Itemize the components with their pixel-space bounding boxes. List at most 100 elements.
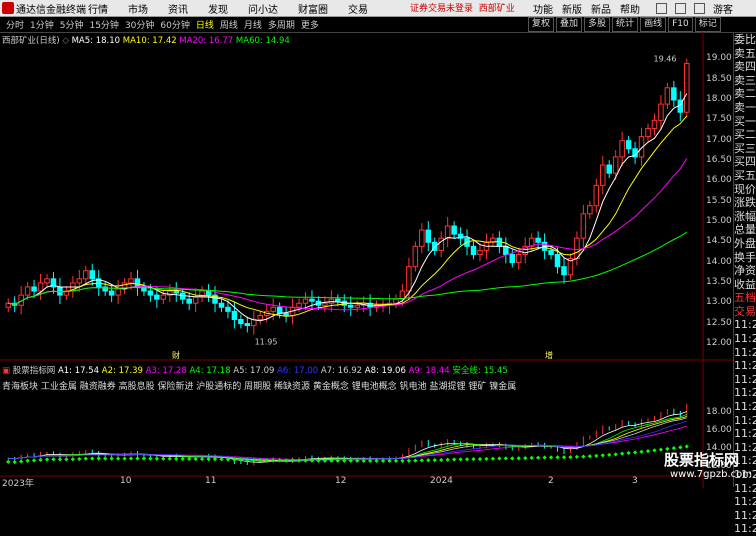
safe-line-dot [452, 457, 457, 462]
sidebar-item[interactable]: 11:25 [734, 427, 756, 441]
tool-mark[interactable]: 标记 [694, 17, 721, 32]
sidebar-item[interactable]: 净资 [734, 264, 756, 278]
sidebar-item[interactable]: 卖三 [734, 74, 756, 88]
candle-body [231, 310, 238, 320]
indicator-tick: 16.00 [706, 425, 732, 436]
menu-help[interactable]: 帮助 [620, 1, 640, 16]
sidebar-item[interactable]: 总量 [734, 223, 756, 237]
sidebar-item[interactable]: 11:25 [734, 359, 756, 373]
sidebar-item[interactable]: 卖一 [734, 101, 756, 115]
sidebar-item[interactable]: 委比 [734, 33, 756, 47]
sidebar-item[interactable]: 交易 [734, 305, 756, 319]
period-tab[interactable]: 多周期 [268, 18, 295, 31]
safe-line-dot [12, 460, 17, 465]
tool-adjust[interactable]: 复权 [528, 17, 555, 32]
safe-line-dot [490, 456, 496, 461]
candle-body [31, 286, 37, 292]
sidebar-item[interactable]: 收益 [734, 278, 756, 292]
sidebar-item[interactable]: 涨跌 [734, 196, 756, 210]
sidebar-item[interactable]: 买五 [734, 169, 756, 183]
menu-quotes[interactable]: 行情 [88, 1, 108, 16]
minimize-icon[interactable] [694, 3, 705, 14]
safe-line-dot [607, 452, 612, 457]
skin-icon[interactable] [656, 3, 667, 14]
indicator-name[interactable]: 股票指标网 [13, 366, 56, 376]
sidebar-item[interactable]: 卖二 [734, 87, 756, 101]
candle-body [347, 304, 354, 308]
period-tab[interactable]: 15分钟 [89, 18, 118, 31]
a9-label: A9: 18.44 [408, 366, 450, 376]
finance-marker[interactable]: 财 [172, 350, 180, 360]
period-tab[interactable]: 30分钟 [125, 18, 154, 31]
sidebar-item[interactable]: 11:25 [734, 318, 756, 332]
period-tab[interactable]: 60分钟 [160, 18, 189, 31]
sidebar-item[interactable]: 现价 [734, 183, 756, 197]
tool-draw[interactable]: 画线 [640, 17, 667, 32]
menu-ask[interactable]: 问小达 [248, 1, 278, 16]
sidebar-item[interactable]: 卖五 [734, 47, 756, 61]
sidebar-item[interactable]: 卖四 [734, 60, 756, 74]
sidebar-item[interactable]: 11:25 [734, 522, 756, 536]
sidebar-item[interactable]: 11:25 [734, 509, 756, 523]
menu-function[interactable]: 功能 [533, 1, 553, 16]
period-tab-more[interactable]: 更多 [301, 18, 319, 31]
price-tick: 16.50 [706, 154, 732, 165]
candle-body [619, 140, 625, 158]
candle-body [599, 164, 606, 186]
tool-multi[interactable]: 多股 [584, 17, 611, 32]
candle-body [671, 87, 677, 101]
candle-body [535, 237, 541, 243]
safe-line-dot [477, 456, 483, 462]
candle-body [406, 266, 412, 292]
menu-new-version[interactable]: 新版 [562, 1, 582, 16]
price-tick: 17.50 [706, 114, 732, 125]
concept-tags[interactable]: 青海板块 工业金属 融资融券 高股息股 保险新进 沪股通标的 周期股 稀缺资源 … [2, 379, 516, 392]
sidebar-item[interactable]: 买一 [734, 115, 756, 129]
menu-new-product[interactable]: 新品 [591, 1, 611, 16]
sidebar-item[interactable]: 11:25 [734, 414, 756, 428]
sidebar-item[interactable]: 11:25 [734, 332, 756, 346]
period-tab[interactable]: 月线 [244, 18, 262, 31]
safe-line-dot [516, 456, 521, 461]
a2-label: A2: 17.39 [101, 366, 143, 376]
increase-marker[interactable]: 增 [545, 350, 553, 360]
sidebar-item[interactable]: 买二 [734, 128, 756, 142]
sidebar-item[interactable]: 11:25 [734, 400, 756, 414]
period-tab[interactable]: 分时 [6, 18, 24, 31]
login-notice[interactable]: 证券交易未登录 西部矿业 [410, 1, 515, 14]
period-tab[interactable]: 5分钟 [60, 18, 84, 31]
period-tab-daily[interactable]: 日线 [196, 18, 214, 31]
safe-line-dot [96, 456, 101, 461]
safe-line-dot [212, 457, 218, 462]
candle-body [244, 323, 251, 327]
menu-news[interactable]: 资讯 [168, 1, 188, 16]
menu-market[interactable]: 市场 [128, 1, 148, 16]
sidebar-item[interactable]: 11:25 [734, 346, 756, 360]
tool-overlay[interactable]: 叠加 [556, 17, 583, 32]
candle-body [651, 119, 658, 129]
sidebar-item[interactable]: 买四 [734, 155, 756, 169]
kline-chart[interactable]: 19.46 11.95 财 增 [0, 32, 733, 488]
sidebar-item[interactable]: 涨幅 [734, 210, 756, 224]
safe-line-dot [135, 456, 140, 461]
period-tab[interactable]: 1分钟 [30, 18, 54, 31]
sidebar-item[interactable]: 外盘 [734, 237, 756, 251]
safe-line-dot [523, 455, 528, 461]
sidebar-item[interactable]: 11:25 [734, 373, 756, 387]
tool-f10[interactable]: F10 [668, 17, 693, 32]
menu-wealth[interactable]: 财富圈 [298, 1, 328, 16]
menu-discover[interactable]: 发现 [208, 1, 228, 16]
tool-stats[interactable]: 统计 [612, 17, 639, 32]
indicator-icon[interactable]: ▣ [2, 366, 10, 376]
settings-icon[interactable] [675, 3, 686, 14]
safe-line-dot [180, 456, 185, 462]
sidebar-item[interactable]: 五档 [734, 291, 756, 305]
period-tab[interactable]: 周线 [220, 18, 238, 31]
sidebar-item[interactable]: 11:25 [734, 386, 756, 400]
sidebar-item[interactable]: 11:25 [734, 482, 756, 496]
sidebar-item[interactable]: 换手 [734, 251, 756, 265]
sidebar-item[interactable]: 11:25 [734, 495, 756, 509]
menu-trade[interactable]: 交易 [348, 1, 368, 16]
guest-user[interactable]: 游客 [713, 1, 733, 16]
sidebar-item[interactable]: 买三 [734, 142, 756, 156]
